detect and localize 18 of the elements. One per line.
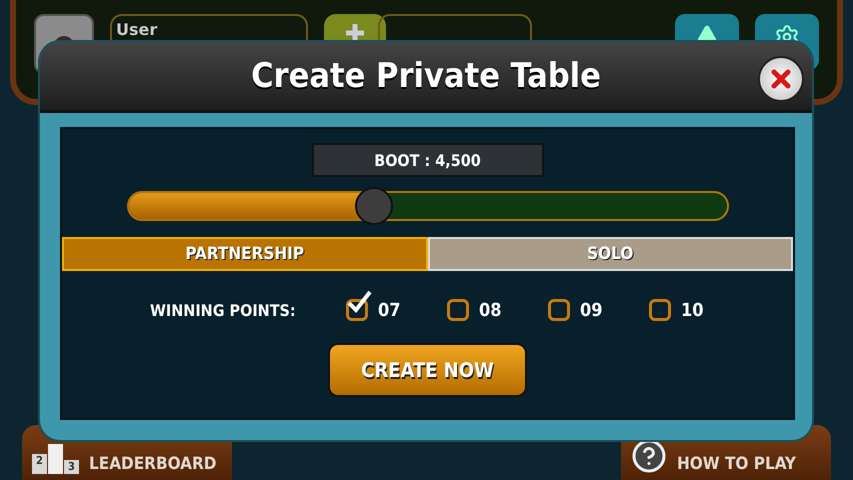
boot-amount: BOOT : 4,500 <box>312 143 544 177</box>
checkbox[interactable] <box>447 299 469 321</box>
option-label: 08 <box>479 300 502 320</box>
create-button[interactable]: CREATE NOW <box>328 343 527 397</box>
checkbox[interactable] <box>346 299 368 321</box>
option-label: 07 <box>378 300 401 320</box>
checkbox[interactable] <box>649 299 671 321</box>
close-button[interactable] <box>758 56 804 102</box>
close-icon <box>770 68 792 90</box>
checkbox[interactable] <box>548 299 570 321</box>
option-label: 09 <box>580 300 603 320</box>
option-label: 10 <box>681 300 704 320</box>
mode-tab[interactable]: SOLO <box>428 237 793 271</box>
dialog-title: Create Private Table <box>251 56 601 96</box>
winning-points-label: WINNING POINTS: <box>150 300 297 320</box>
slider-thumb[interactable] <box>354 187 393 225</box>
mode-tab[interactable]: PARTNERSHIP <box>62 237 428 271</box>
user-name: User <box>116 20 158 41</box>
